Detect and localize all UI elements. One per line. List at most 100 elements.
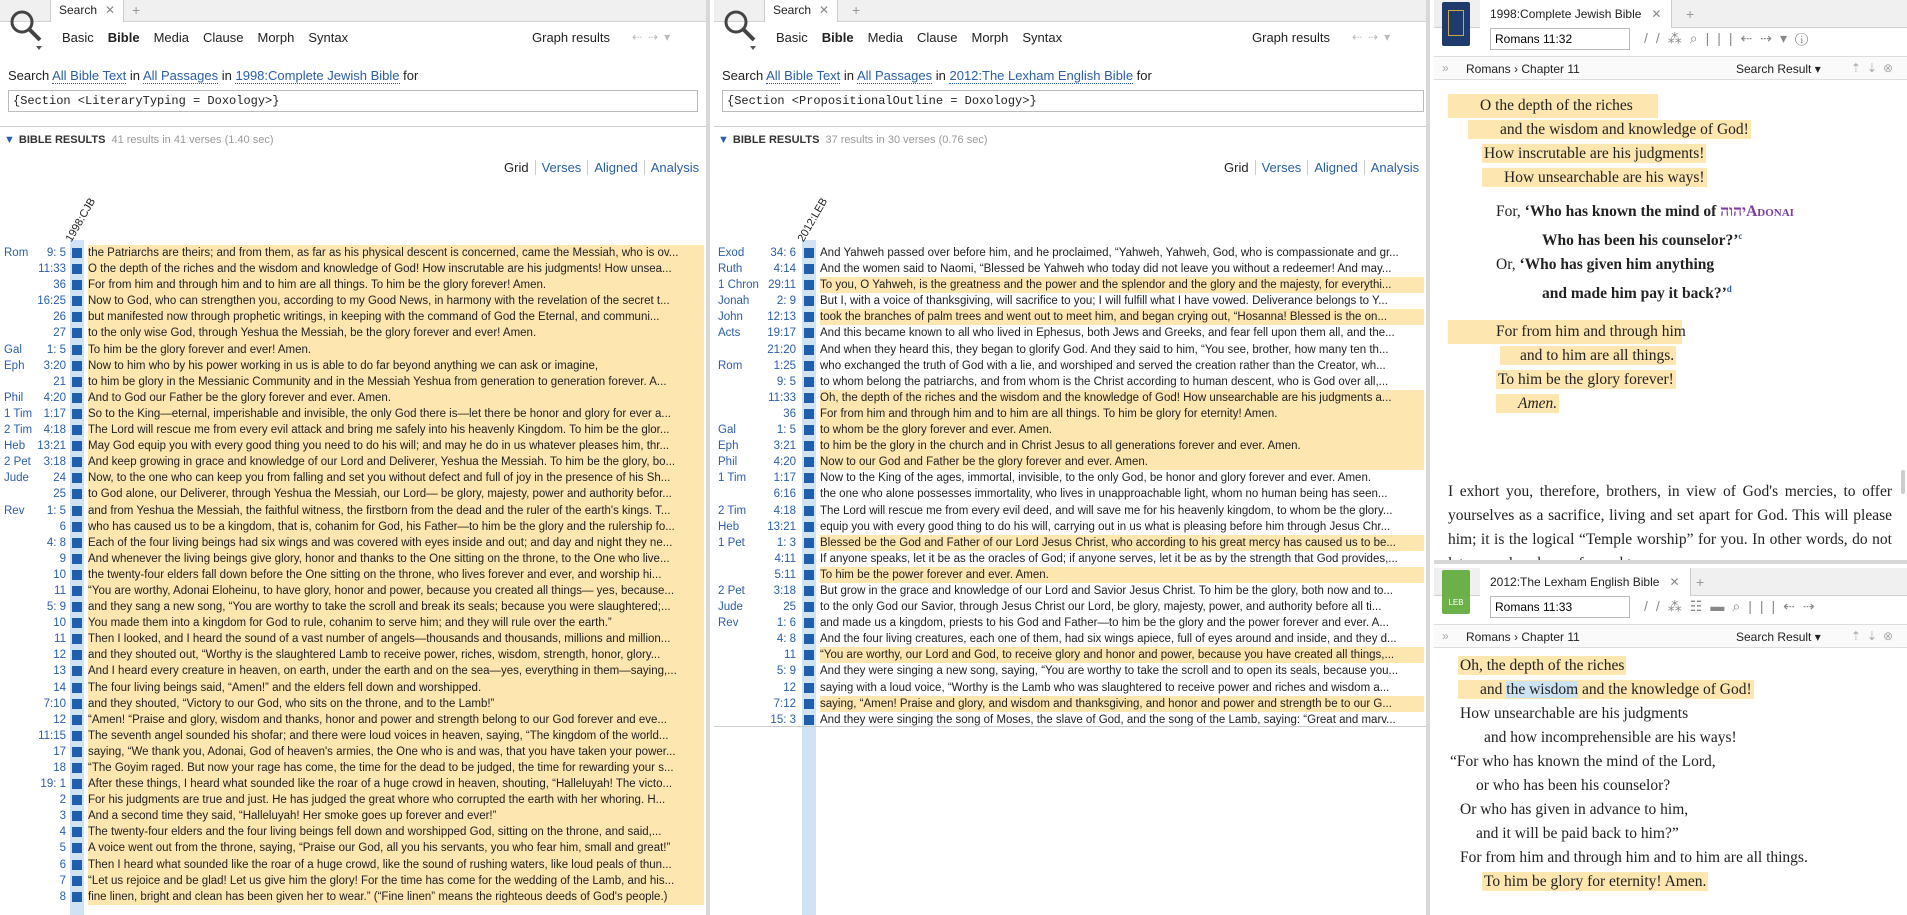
verse-reference[interactable]: 3:21 [714,438,796,454]
hit-marker-icon[interactable] [72,795,82,806]
hit-marker-icon[interactable] [72,666,82,677]
verse-text[interactable]: And they were singing the song of Moses,… [820,712,1424,728]
verse-reference[interactable]: 4:20 [714,454,796,470]
hit-marker-icon[interactable] [72,376,82,387]
nav-arrows[interactable]: ⇠⇢ [1783,598,1822,614]
verse-reference[interactable]: 19: 1 [0,776,66,792]
verse-text[interactable]: For his judgments are true and just. He … [88,792,704,809]
verse-reference[interactable]: 10 [0,615,66,631]
verse-text[interactable]: the twenty-four elders fall down before … [88,566,704,583]
verse-text[interactable]: Now to our God and Father be the glory f… [820,454,1424,471]
hit-marker-icon[interactable] [72,489,82,500]
hit-marker-icon[interactable] [72,425,82,436]
verse-reference[interactable]: 4:11 [714,551,796,567]
hit-marker-icon[interactable] [804,457,814,468]
table-row[interactable]: 11 “You are worthy, Adonai Eloheinu, to h… [0,582,706,600]
display-icon[interactable]: ▬ [1710,598,1732,614]
book-cover-icon[interactable]: LEB [1442,570,1470,614]
table-row[interactable]: Acts 19:17 And this became known to all wh… [714,325,1426,341]
search-query-input[interactable]: {Section <LiteraryTyping = Doxology>} [8,90,698,112]
table-row[interactable]: 8 fine linen, bright and clean has been g… [0,888,706,905]
table-row[interactable]: 1 Tim 1:17 So to the King—eternal, imperis… [0,405,706,423]
hit-marker-icon[interactable] [804,634,814,645]
hit-marker-icon[interactable] [804,296,814,307]
hit-marker-icon[interactable] [804,682,814,693]
search-icon[interactable]: ⌕ [1732,598,1748,614]
verse-reference[interactable]: 1:17 [0,406,66,422]
hit-marker-icon[interactable] [72,328,82,339]
verse-text[interactable]: to whom belong the patriarchs, and from … [820,374,1424,390]
parallel-icon[interactable]: // [1644,30,1668,46]
verse-reference[interactable]: 7:10 [0,696,66,712]
hit-marker-icon[interactable] [72,296,82,307]
hit-marker-icon[interactable] [804,392,814,403]
verse-reference[interactable]: 15: 3 [714,712,796,728]
verse-text[interactable]: Oh, the depth of the riches and the wisd… [820,389,1424,406]
add-tab-icon[interactable]: + [1696,574,1704,590]
verse-text[interactable]: And Yahweh passed over before him, and h… [820,245,1424,261]
verse-reference[interactable]: 4:18 [0,422,66,438]
verse-text[interactable]: and they shouted, “Victory to our God, w… [88,695,704,712]
verse-text[interactable]: If anyone speaks, let it be as the oracl… [820,551,1424,567]
table-row[interactable]: 9 And whenever the living beings give glo… [0,550,706,567]
verse-reference[interactable]: 1: 3 [714,535,796,551]
verse-reference[interactable]: 36 [0,277,66,293]
verse-reference[interactable]: 1:25 [714,358,796,374]
verse-reference[interactable]: 3:18 [0,454,66,470]
hit-marker-icon[interactable] [72,843,82,854]
verse-text[interactable]: and they sang a new song, “You are worth… [88,599,704,616]
text-filter-icon[interactable]: ☷ [1690,598,1711,614]
book-cover-icon[interactable] [1442,2,1470,46]
verse-text[interactable]: Now to the King of the ages, immortal, i… [820,470,1424,486]
table-row[interactable]: Rev 1: 6 and made us a kingdom, priests to… [714,615,1426,631]
all-bible-text-link[interactable]: All Bible Text [52,68,127,84]
verse-text[interactable]: equip you with every good thing to do hi… [820,519,1424,535]
hit-marker-icon[interactable] [804,360,814,371]
verse-reference[interactable]: 13:21 [714,519,796,535]
table-row[interactable]: 6 Then I heard what sounded like the roar… [0,856,706,873]
table-row[interactable]: 11 Then I looked, and I heard the sound o… [0,631,706,648]
table-row[interactable]: Heb 13:21 equip you with every good thing … [714,519,1426,535]
hit-marker-icon[interactable] [72,457,82,468]
tab-morph[interactable]: Morph [257,30,294,45]
version-link[interactable]: 2012:The Lexham English Bible [949,68,1134,84]
verse-text[interactable]: To you, O Yahweh, is the greatness and t… [820,277,1424,294]
visual-filter-icon[interactable]: ⁂ [1668,30,1690,46]
column-header[interactable]: 2012:LEB [796,196,831,244]
hit-marker-icon[interactable] [72,441,82,452]
verse-text[interactable]: So to the King—eternal, imperishable and… [88,405,704,423]
verse-text[interactable]: “You are worthy, our Lord and God, to re… [820,647,1424,664]
view-verses[interactable]: Verses [1254,160,1308,175]
hit-marker-icon[interactable] [72,618,82,629]
add-tab-icon[interactable]: + [1686,6,1694,22]
hit-marker-icon[interactable] [804,585,814,596]
verse-reference[interactable]: 6 [0,519,66,535]
close-icon[interactable]: ✕ [105,3,115,17]
table-row[interactable]: 6 who has caused us to be a kingdom, that… [0,518,706,535]
verse-reference[interactable]: 1:17 [714,470,796,486]
table-row[interactable]: Phil 4:20 And to God our Father be the glo… [0,389,706,406]
hit-marker-icon[interactable] [72,875,82,886]
verse-reference[interactable]: 1: 5 [0,342,66,358]
verse-reference[interactable]: 4 [0,824,66,840]
hit-marker-icon[interactable] [72,585,82,596]
verse-reference[interactable]: 5: 9 [0,599,66,615]
hit-marker-icon[interactable] [804,408,814,419]
table-row[interactable]: Exod 34: 6 And Yahweh passed over before h… [714,245,1426,261]
verse-text[interactable]: saying, “Amen! Praise and glory, and wis… [820,695,1424,712]
verse-reference[interactable]: 12 [0,712,66,728]
table-row[interactable]: 1 Chron 29:11 To you, O Yahweh, is the gre… [714,277,1426,294]
verse-reference[interactable]: 8 [0,889,66,905]
table-row[interactable]: Gal 1: 5 to whom be the glory forever and … [714,422,1426,439]
table-row[interactable]: Phil 4:20 Now to our God and Father be the… [714,454,1426,471]
hit-marker-icon[interactable] [804,376,814,387]
verse-text[interactable]: And I heard every creature in heaven, on… [88,663,704,680]
verse-reference[interactable]: 2: 9 [714,293,796,309]
verse-reference[interactable]: 11 [714,647,796,663]
graph-results-button[interactable]: Graph results [532,30,610,45]
verse-text[interactable]: O the depth of the riches and the wisdom… [88,261,704,278]
verse-text[interactable]: to him be glory in the Messianic Communi… [88,373,704,390]
hit-marker-icon[interactable] [804,344,814,355]
verse-reference[interactable]: 11:33 [0,261,66,277]
hit-marker-icon[interactable] [804,312,814,323]
